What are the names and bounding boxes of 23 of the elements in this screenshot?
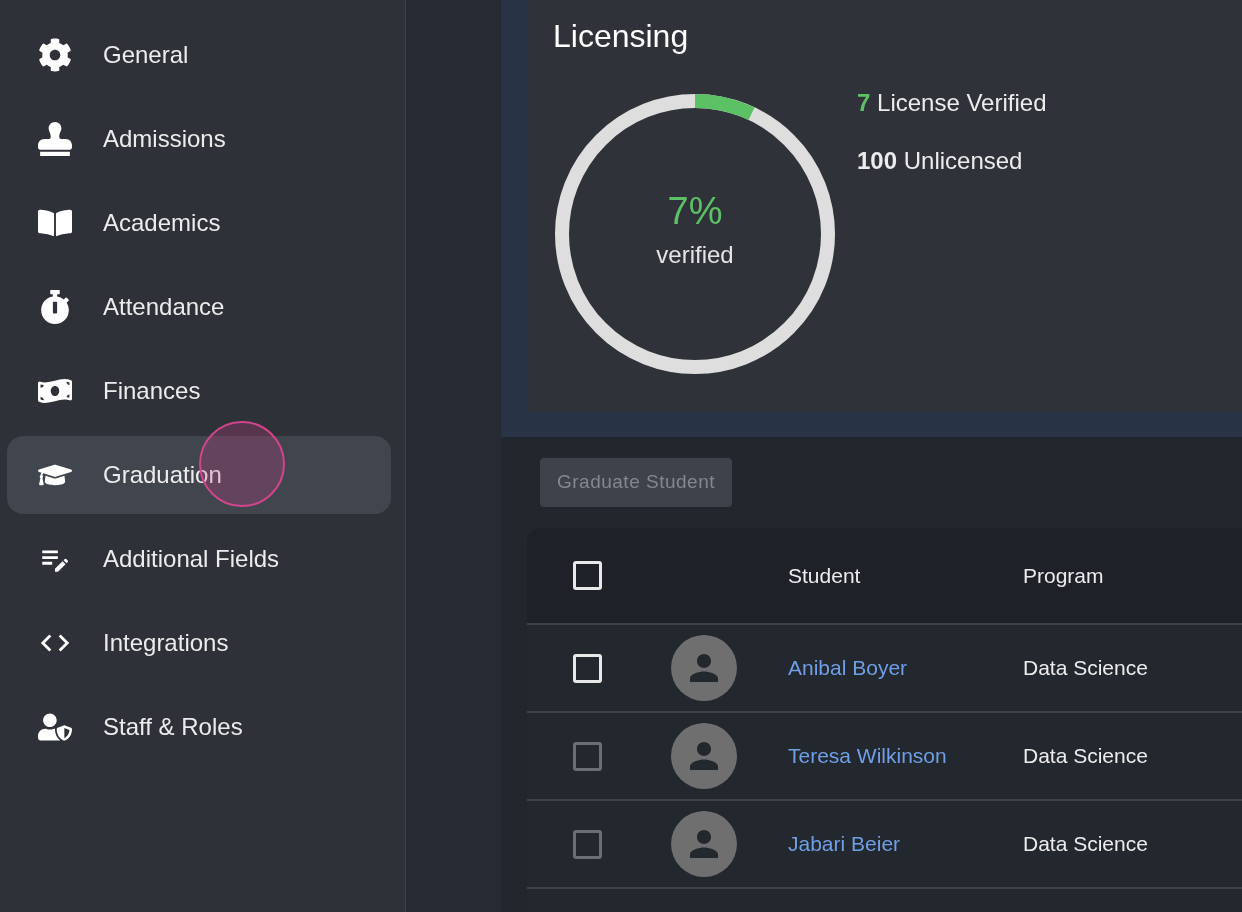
column-header: Student [788, 562, 862, 589]
percent-value: 7% [667, 189, 723, 233]
sidebar-item[interactable]: Additional Fields [7, 520, 391, 598]
stopwatch-icon [38, 290, 72, 324]
gear-icon [38, 38, 72, 72]
sidebar-item[interactable]: General [7, 16, 391, 94]
sidebar-item[interactable]: Attendance [7, 268, 391, 346]
table-cell-text: Data Science [1023, 743, 1148, 770]
sidebar-item[interactable]: Finances [7, 352, 391, 430]
student-link[interactable]: Anibal Boyer [788, 652, 1023, 684]
sidebar-item[interactable]: Admissions [7, 100, 391, 178]
column-header: Program [1023, 562, 1104, 589]
sidebar-item[interactable]: Staff & Roles [7, 688, 391, 766]
panel-title: Licensing [553, 17, 690, 56]
table-cell-text: Data Science [1023, 655, 1148, 682]
shield-icon [38, 710, 72, 744]
stat-text: 7 License Verified [857, 88, 1047, 118]
percent-caption: verified [656, 240, 734, 270]
stat-text: 100 Unlicensed [857, 146, 1024, 176]
sidebar-item[interactable]: Academics [7, 184, 391, 262]
stamp-icon [38, 122, 72, 156]
table-cell-text: Data Science [1023, 831, 1148, 858]
sidebar-item[interactable]: Integrations [7, 604, 391, 682]
